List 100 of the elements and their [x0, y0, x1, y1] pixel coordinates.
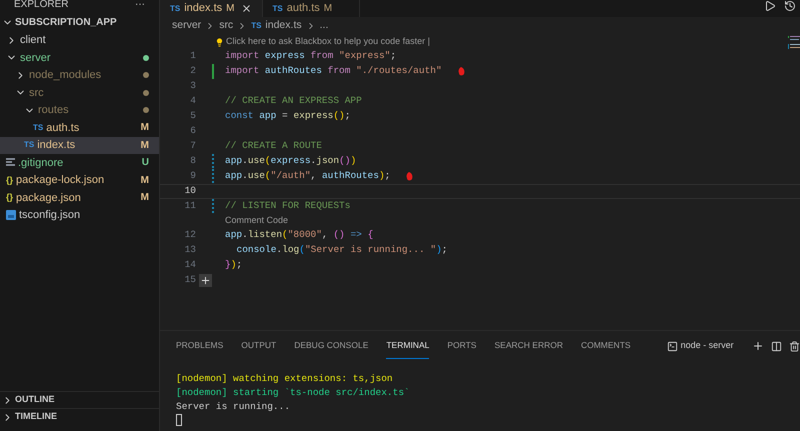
- panel-tab[interactable]: DEBUG CONSOLE: [294, 333, 368, 359]
- braces-icon: {}: [6, 174, 14, 187]
- line-number: 3: [189, 79, 196, 94]
- breadcrumb-item[interactable]: src: [219, 18, 234, 34]
- split-icon[interactable]: [770, 340, 782, 352]
- sidebar-title: EXPLORER: [14, 0, 68, 12]
- code-line: app.use("/auth", authRoutes);: [225, 169, 390, 184]
- plus-icon: [200, 275, 211, 286]
- panel-tab[interactable]: TERMINAL: [386, 333, 430, 359]
- trash-icon[interactable]: [788, 340, 800, 352]
- code-line: });: [225, 258, 242, 272]
- terminal-line: [nodemon] starting `ts-node src/index.ts`: [176, 386, 411, 400]
- tab-label: auth.ts: [286, 1, 320, 16]
- tree-item[interactable]: TS auth.ts M: [0, 119, 159, 136]
- add-comment-button[interactable]: [199, 274, 212, 287]
- lines-icon: [6, 158, 15, 168]
- item-label: server: [20, 50, 52, 66]
- git-status-letter: M: [226, 2, 234, 16]
- terminal-line: [nodemon] watching extensions: ts,json: [176, 372, 394, 386]
- line-number: 4: [189, 94, 196, 108]
- tree-item[interactable]: tsconfig.json: [0, 206, 159, 224]
- code-line: // CREATE A ROUTE: [225, 139, 322, 154]
- git-status-letter: M: [140, 191, 149, 206]
- tree-item[interactable]: routes: [0, 102, 159, 119]
- tab-label: index.ts: [184, 1, 222, 16]
- item-label: client: [20, 33, 47, 48]
- line-number: 5: [189, 109, 196, 124]
- section-header[interactable]: TIMELINE: [0, 408, 159, 425]
- modified-line-marker: [212, 199, 214, 214]
- item-label: routes: [38, 103, 70, 118]
- git-status-letter: M: [324, 2, 332, 16]
- tree-item[interactable]: TS index.ts M: [0, 136, 159, 154]
- code-line: console.log("Server is running... ");: [236, 243, 448, 258]
- panel-tab[interactable]: OUTPUT: [241, 333, 276, 359]
- code-lens[interactable]: Comment Code: [225, 214, 288, 228]
- item-label: index.ts: [37, 138, 76, 153]
- tree-item[interactable]: src: [0, 84, 159, 102]
- code-line: // LISTEN FOR REQUESTs: [225, 199, 350, 214]
- close-icon[interactable]: [240, 3, 252, 14]
- tree-item[interactable]: {} package-lock.json M: [0, 172, 159, 189]
- history-icon[interactable]: [784, 0, 796, 12]
- tree-item[interactable]: node_modules: [0, 66, 159, 84]
- tree-item[interactable]: client: [0, 32, 159, 49]
- editor-tab[interactable]: TS index.ts M: [160, 0, 262, 17]
- new-terminal-icon[interactable]: [752, 340, 764, 352]
- line-number: 10: [184, 184, 196, 198]
- typescript-icon: TS: [170, 2, 180, 14]
- line-number: 14: [184, 258, 196, 272]
- git-status-letter: M: [140, 174, 149, 188]
- config-file-icon: [6, 210, 16, 220]
- section-header[interactable]: OUTLINE: [0, 391, 159, 408]
- git-status-letter: U: [142, 156, 149, 170]
- typescript-icon: TS: [33, 122, 44, 134]
- terminal-icon: [666, 340, 678, 352]
- terminal-name[interactable]: node - server: [680, 339, 734, 353]
- item-label: package.json: [16, 190, 82, 206]
- code-line: app.use(express.json()): [225, 154, 356, 168]
- added-line-marker: [212, 64, 214, 79]
- code-line: import express from "express";: [225, 49, 396, 64]
- line-number: 7: [189, 139, 196, 154]
- item-label: package-lock.json: [16, 173, 106, 188]
- item-label: node_modules: [29, 68, 102, 83]
- item-label: .gitignore: [18, 156, 64, 170]
- more-actions-button[interactable]: ···: [135, 0, 145, 12]
- typescript-icon: TS: [24, 139, 34, 152]
- item-label: auth.ts: [46, 120, 80, 136]
- line-number: 12: [184, 228, 196, 242]
- run-icon[interactable]: [764, 0, 776, 12]
- git-status-letter: M: [140, 121, 149, 136]
- line-number: 8: [189, 154, 196, 168]
- item-label: tsconfig.json: [19, 208, 82, 223]
- tree-item[interactable]: .gitignore U: [0, 154, 159, 172]
- code-line: const app = express();: [225, 109, 350, 124]
- git-status-letter: M: [140, 138, 149, 153]
- line-number: 13: [184, 243, 196, 258]
- breadcrumb-item[interactable]: server: [172, 18, 202, 34]
- tree-item[interactable]: {} package.json M: [0, 189, 159, 206]
- typescript-icon: TS: [251, 20, 262, 32]
- panel-tab[interactable]: SEARCH ERROR: [494, 333, 563, 359]
- line-number: 9: [189, 169, 196, 184]
- line-number: 11: [184, 199, 196, 214]
- line-number: 6: [189, 124, 196, 138]
- editor-tab[interactable]: TS auth.ts M: [262, 0, 360, 17]
- lightbulb-icon: [215, 38, 224, 46]
- breadcrumb-item[interactable]: index.ts: [265, 18, 302, 34]
- root-folder[interactable]: SUBSCRIPTION_APP: [0, 14, 159, 32]
- code-lens[interactable]: Click here to ask Blackbox to help you code faster |: [226, 35, 430, 49]
- panel-tab[interactable]: COMMENTS: [580, 333, 631, 359]
- line-number: 1: [189, 49, 196, 64]
- breadcrumb-item[interactable]: ...: [320, 18, 328, 34]
- code-line: // CREATE AN EXPRESS APP: [225, 94, 362, 108]
- panel-tab[interactable]: PORTS: [447, 333, 476, 359]
- typescript-icon: TS: [272, 2, 283, 14]
- code-line: app.listen("8000", () => {: [225, 228, 374, 242]
- terminal-line: Server is running...: [176, 400, 292, 414]
- braces-icon: {}: [6, 191, 14, 204]
- tree-item[interactable]: server: [0, 49, 159, 66]
- line-number: 15: [184, 273, 196, 288]
- panel-tab[interactable]: PROBLEMS: [176, 333, 224, 359]
- code-line: import authRoutes from "./routes/auth": [225, 64, 442, 78]
